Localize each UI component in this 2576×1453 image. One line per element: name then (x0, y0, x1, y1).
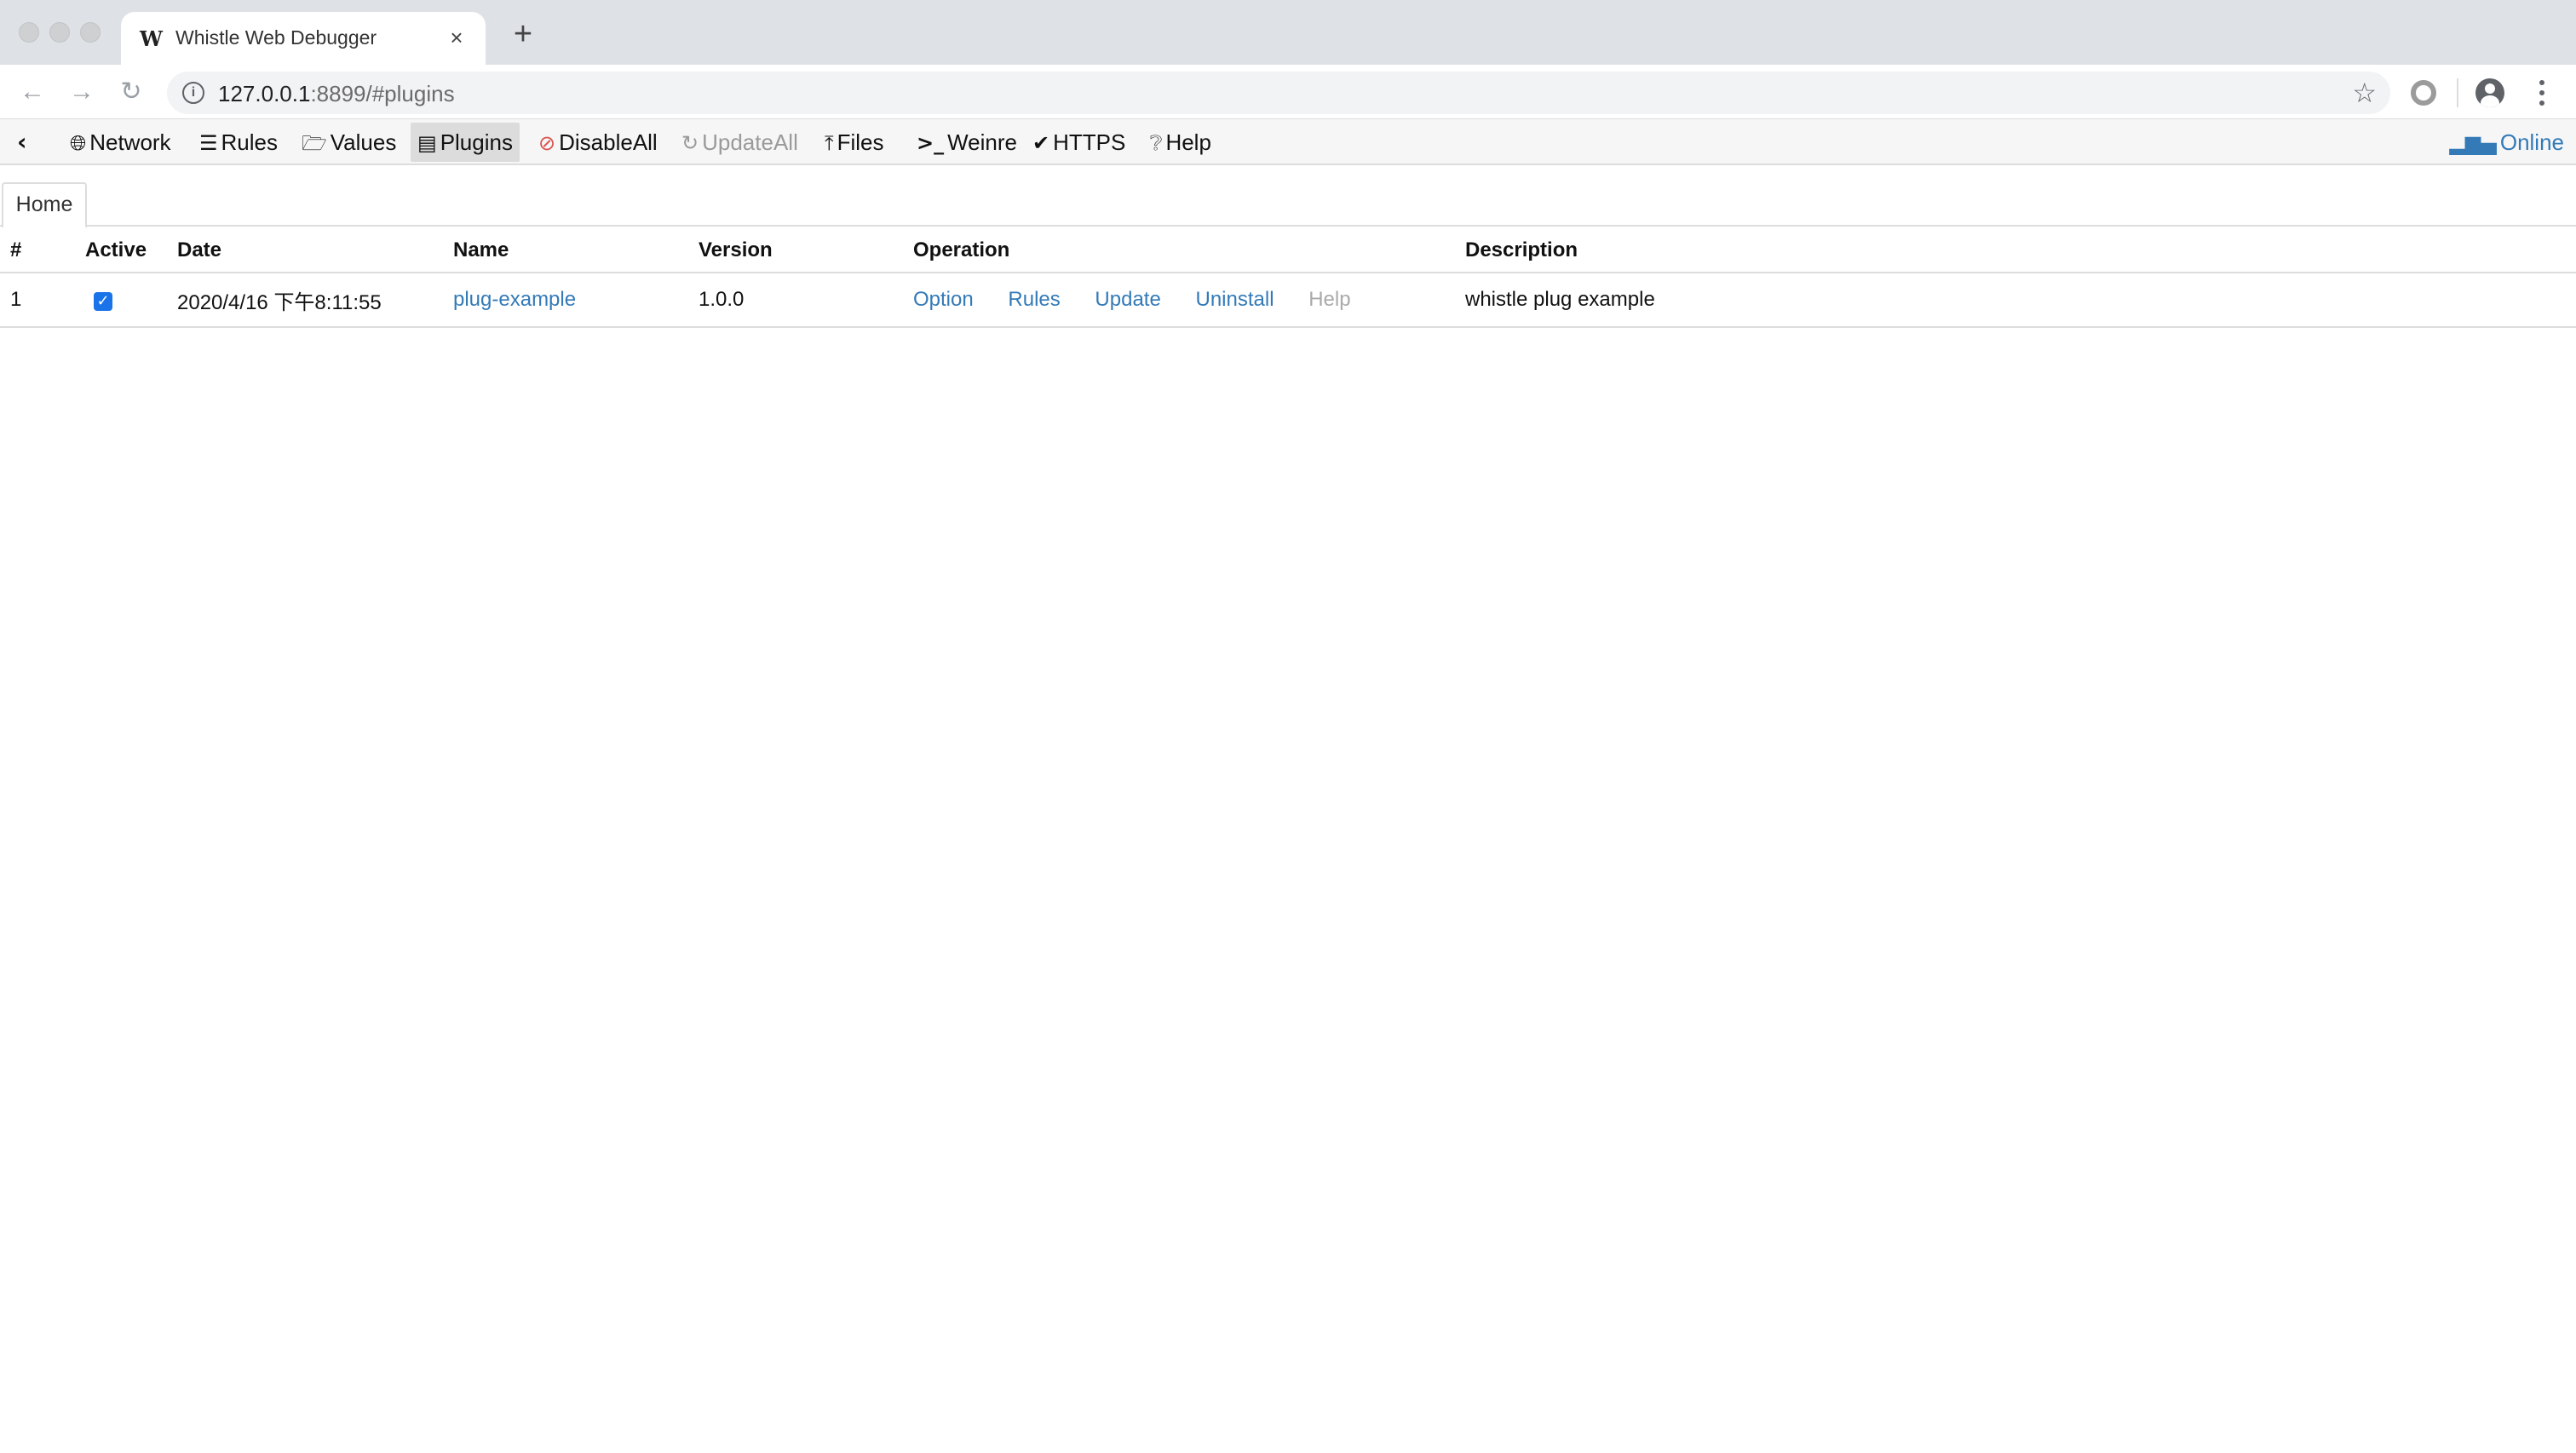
header-operation: Operation (903, 228, 1455, 273)
star-icon[interactable]: ☆ (2352, 77, 2377, 109)
plugin-icon: ▤ (417, 131, 437, 155)
browser-toolbar: ← → ↻ i 127.0.0.1:8899/#plugins ☆ (0, 65, 2576, 119)
window-minimize-button[interactable] (49, 22, 70, 43)
folder-icon: 🗁︎ (302, 131, 327, 155)
active-checkbox[interactable]: ✓ (94, 292, 112, 311)
tab-home[interactable]: Home (2, 182, 87, 228)
check-icon: ✔ (1032, 131, 1050, 155)
header-num: # (0, 228, 75, 273)
window-close-button[interactable] (19, 22, 39, 43)
row-date: 2020/4/16 下午8:11:55 (167, 273, 443, 328)
upload-icon: ⤒ (825, 131, 834, 155)
browser-titlebar: W Whistle Web Debugger × + (0, 0, 2576, 65)
new-tab-button[interactable]: + (508, 18, 538, 50)
plugin-tabs: Home (0, 165, 2576, 228)
info-icon[interactable]: i (182, 82, 204, 104)
collapse-chevron-icon[interactable]: ‹ (17, 123, 27, 162)
menu-files[interactable]: ⤒ Files (825, 123, 884, 162)
bar-chart-icon: ▂▆▄ (2449, 131, 2497, 155)
toolbar-divider (2457, 78, 2458, 107)
row-version: 1.0.0 (688, 273, 903, 328)
plugins-table: # Active Date Name Version Operation Des… (0, 228, 2576, 328)
row-operations: Option Rules Update Uninstall Help (903, 273, 1455, 328)
list-icon: ☰ (199, 131, 218, 155)
update-link[interactable]: Update (1095, 288, 1160, 312)
tab-close-icon[interactable]: × (443, 24, 470, 51)
help-link[interactable]: Help (1308, 288, 1350, 312)
header-description: Description (1455, 228, 2576, 273)
menu-update-all[interactable]: ↻ UpdateAll (681, 123, 798, 162)
whistle-favicon-icon: W (140, 26, 163, 51)
menu-values[interactable]: 🗁︎ Values (302, 123, 396, 162)
header-active: Active (75, 228, 167, 273)
online-status[interactable]: ▂▆▄ Online (2449, 123, 2564, 162)
uninstall-link[interactable]: Uninstall (1195, 288, 1274, 312)
refresh-icon: ↻ (681, 131, 699, 155)
reload-icon[interactable]: ↻ (116, 77, 147, 107)
whistle-menu-bar: ‹ 🌐︎ Network ☰ Rules 🗁︎ Values ▤ Plugins ⊘ Di… (0, 119, 2576, 165)
row-num: 1 (0, 273, 75, 328)
forward-arrow-icon[interactable]: → (66, 77, 97, 107)
menu-help[interactable]: ❔︎ Help (1150, 123, 1211, 162)
kebab-menu-icon[interactable] (2535, 78, 2549, 107)
url-text[interactable]: 127.0.0.1:8899/#plugins (218, 81, 455, 107)
url-path: :8899/#plugins (310, 81, 455, 106)
menu-network[interactable]: 🌐︎ Network (70, 123, 171, 162)
globe-icon: 🌐︎ (70, 131, 87, 155)
browser-tab[interactable]: W Whistle Web Debugger × (121, 12, 486, 65)
address-bar[interactable]: i 127.0.0.1:8899/#plugins ☆ (167, 72, 2390, 114)
header-name: Name (443, 228, 688, 273)
header-version: Version (688, 228, 903, 273)
terminal-icon: >_ (917, 131, 945, 155)
ban-icon: ⊘ (538, 131, 556, 155)
menu-https[interactable]: ✔ HTTPS (1032, 123, 1125, 162)
header-date: Date (167, 228, 443, 273)
menu-weinre[interactable]: >_ Weinre (917, 123, 1017, 162)
url-host: 127.0.0.1 (218, 81, 311, 106)
tab-title: Whistle Web Debugger (175, 26, 377, 49)
option-link[interactable]: Option (913, 288, 974, 312)
extension-icon[interactable] (2411, 80, 2436, 106)
row-active: ✓ (75, 273, 167, 328)
profile-avatar-icon[interactable] (2475, 78, 2504, 107)
plugin-name-link[interactable]: plug-example (453, 288, 576, 311)
window-zoom-button[interactable] (80, 22, 101, 43)
help-icon: ❔︎ (1150, 131, 1163, 155)
row-description: whistle plug example (1455, 273, 2576, 328)
back-arrow-icon[interactable]: ← (17, 77, 48, 107)
rules-link[interactable]: Rules (1008, 288, 1060, 312)
menu-rules[interactable]: ☰ Rules (199, 123, 278, 162)
menu-plugins[interactable]: ▤ Plugins (411, 123, 520, 162)
table-row: 1 ✓ 2020/4/16 下午8:11:55 plug-example 1.0… (0, 273, 2576, 328)
row-name: plug-example (443, 273, 688, 328)
menu-disable-all[interactable]: ⊘ DisableAll (538, 123, 658, 162)
table-header-row: # Active Date Name Version Operation Des… (0, 228, 2576, 273)
